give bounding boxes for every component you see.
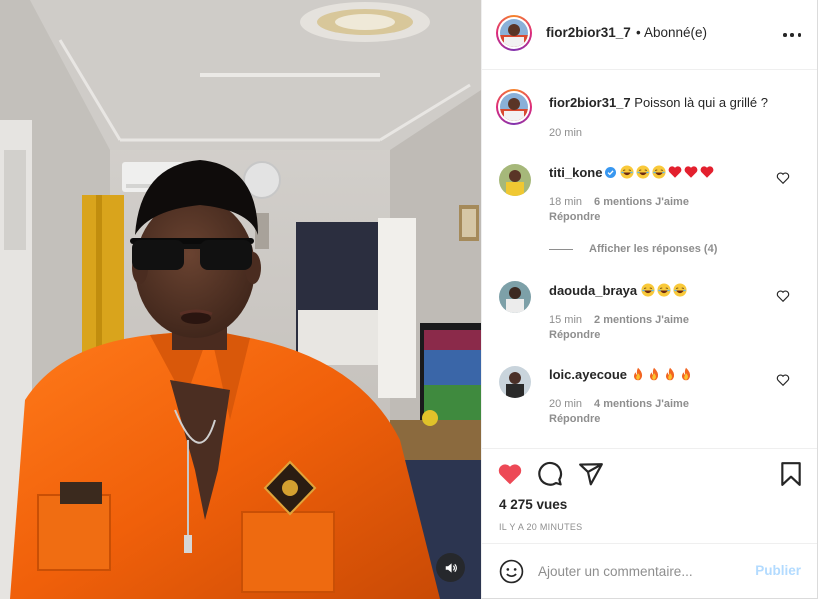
bookmark-icon[interactable] — [778, 461, 804, 487]
comment-like-heart-icon[interactable] — [776, 289, 790, 303]
comment-icon[interactable] — [537, 461, 563, 487]
comment-meta: 18 min 6 mentions J'aime — [549, 196, 689, 208]
avatar-image — [499, 164, 531, 196]
comment-meta: 20 min 4 mentions J'aime — [549, 398, 689, 410]
post-panel: fior2bior31_7 • Abonné(e) fior2bior31_7 — [481, 0, 818, 599]
comment-username-link[interactable]: titi_kone — [549, 165, 602, 180]
post-header: fior2bior31_7 • Abonné(e) — [482, 0, 817, 70]
follow-status-button[interactable]: Abonné(e) — [644, 25, 707, 40]
post-actions: 4 275 vues IL Y A 20 MINUTES — [482, 448, 817, 543]
avatar-image — [499, 366, 531, 398]
video-player[interactable] — [0, 0, 481, 599]
comment-text: loic.ayecoue — [549, 367, 695, 382]
comment-likes-link[interactable]: 6 mentions J'aime — [594, 196, 689, 208]
view-count[interactable]: 4 275 vues — [499, 497, 567, 512]
comment-text: titi_kone — [549, 165, 716, 180]
heart-emoji-icon — [684, 166, 698, 178]
comment-avatar[interactable] — [499, 164, 531, 196]
comment-likes-link[interactable]: 4 mentions J'aime — [594, 398, 689, 410]
heart-emoji-icon — [700, 166, 714, 178]
caption-username-link[interactable]: fior2bior31_7 — [549, 95, 631, 110]
sound-toggle-button[interactable] — [436, 553, 465, 582]
caption-time[interactable]: 20 min — [549, 127, 582, 139]
author-username-link[interactable]: fior2bior31_7 — [546, 25, 631, 40]
separator-dot: • — [636, 25, 641, 40]
view-replies-button[interactable]: Afficher les réponses (4) — [549, 243, 717, 255]
fire-emoji-icon — [681, 367, 690, 381]
volume-icon — [445, 562, 457, 573]
caption-text: fior2bior31_7 Poisson là qui a grillé ? — [549, 95, 799, 110]
fire-emoji-icon — [665, 367, 674, 381]
caption-body: Poisson là qui a grillé ? — [634, 95, 768, 110]
avatar-image — [500, 93, 528, 121]
view-replies-label: Afficher les réponses (4) — [589, 243, 718, 255]
comment-input[interactable] — [538, 560, 738, 582]
laugh-emoji-icon — [673, 283, 687, 297]
reply-button[interactable]: Répondre — [549, 413, 600, 425]
comment-emojis — [641, 283, 689, 298]
heart-filled-icon[interactable] — [497, 461, 523, 487]
caption-avatar[interactable] — [496, 89, 532, 125]
replies-divider — [549, 248, 573, 250]
comment-avatar[interactable] — [499, 281, 531, 313]
comment-time[interactable]: 20 min — [549, 398, 582, 410]
comment-avatar[interactable] — [499, 366, 531, 398]
comment-text: daouda_braya — [549, 283, 689, 298]
add-comment-form: Publier — [482, 543, 817, 599]
laugh-emoji-icon — [641, 283, 655, 297]
fire-emoji-icon — [633, 367, 642, 381]
comments-list[interactable]: fior2bior31_7 Poisson là qui a grillé ? … — [482, 71, 817, 448]
comment-username-link[interactable]: loic.ayecoue — [549, 367, 627, 382]
comment-meta: 15 min 2 mentions J'aime — [549, 314, 689, 326]
verified-badge-icon — [605, 167, 617, 178]
heart-emoji-icon — [668, 166, 682, 178]
more-options-icon[interactable] — [783, 26, 801, 44]
posted-time[interactable]: IL Y A 20 MINUTES — [499, 522, 582, 532]
reply-button[interactable]: Répondre — [549, 329, 600, 341]
publish-button[interactable]: Publier — [755, 563, 801, 578]
comment-time[interactable]: 15 min — [549, 314, 582, 326]
laugh-emoji-icon — [657, 283, 671, 297]
avatar-image — [500, 19, 528, 47]
comment-emojis — [620, 165, 716, 180]
avatar-image — [499, 281, 531, 313]
fire-emoji-icon — [649, 367, 658, 381]
comment-time[interactable]: 18 min — [549, 196, 582, 208]
comment-like-heart-icon[interactable] — [776, 373, 790, 387]
video-frame — [0, 0, 481, 599]
share-icon[interactable] — [578, 461, 604, 487]
laugh-emoji-icon — [636, 165, 650, 179]
comment-username-link[interactable]: daouda_braya — [549, 283, 637, 298]
comment-like-heart-icon[interactable] — [776, 171, 790, 185]
emoji-picker-icon[interactable] — [499, 559, 524, 584]
comment-likes-link[interactable]: 2 mentions J'aime — [594, 314, 689, 326]
laugh-emoji-icon — [652, 165, 666, 179]
author-avatar[interactable] — [496, 15, 532, 51]
laugh-emoji-icon — [620, 165, 634, 179]
comment-emojis — [631, 367, 695, 382]
reply-button[interactable]: Répondre — [549, 211, 600, 223]
